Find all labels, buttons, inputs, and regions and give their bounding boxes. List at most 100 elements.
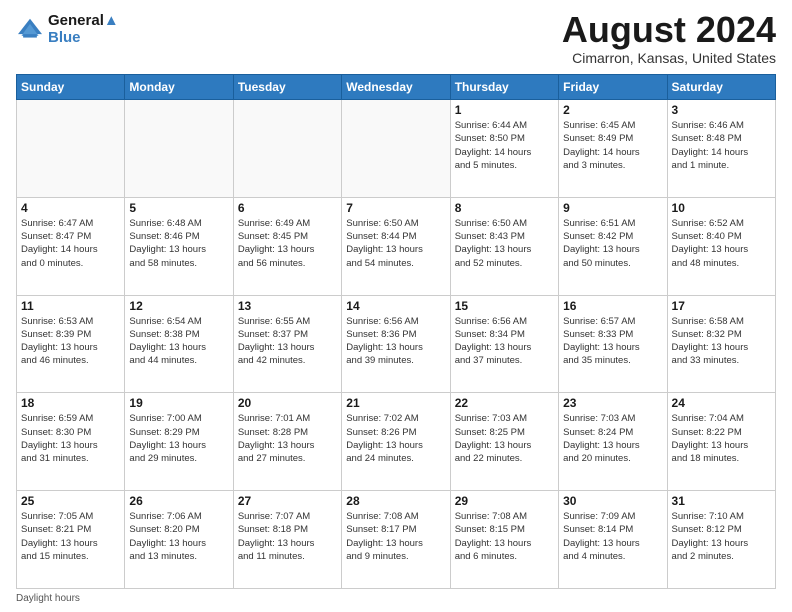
header: General▲ Blue August 2024 Cimarron, Kans… <box>16 12 776 66</box>
day-number: 6 <box>238 201 337 215</box>
day-info: Sunrise: 6:58 AM Sunset: 8:32 PM Dayligh… <box>672 315 771 368</box>
calendar-cell: 28 Sunrise: 7:08 AM Sunset: 8:17 PM Dayli… <box>342 491 450 589</box>
calendar-cell: 3 Sunrise: 6:46 AM Sunset: 8:48 PM Daylig… <box>667 100 775 198</box>
calendar-header-tuesday: Tuesday <box>233 75 341 100</box>
calendar-cell: 4Sunrise: 6:47 AM Sunset: 8:47 PM Daylig… <box>17 197 125 295</box>
day-number: 28 <box>346 494 445 508</box>
day-info: Sunrise: 6:57 AM Sunset: 8:33 PM Dayligh… <box>563 315 662 368</box>
calendar-header-row: SundayMondayTuesdayWednesdayThursdayFrid… <box>17 75 776 100</box>
day-info: Sunrise: 7:03 AM Sunset: 8:24 PM Dayligh… <box>563 412 662 465</box>
day-number: 3 <box>672 103 771 117</box>
day-number: 20 <box>238 396 337 410</box>
day-info: Sunrise: 6:50 AM Sunset: 8:43 PM Dayligh… <box>455 217 554 270</box>
calendar-cell: 16 Sunrise: 6:57 AM Sunset: 8:33 PM Dayli… <box>559 295 667 393</box>
day-number: 8 <box>455 201 554 215</box>
location: Cimarron, Kansas, United States <box>562 50 776 66</box>
day-info: Sunrise: 6:45 AM Sunset: 8:49 PM Dayligh… <box>563 119 662 172</box>
calendar-header-sunday: Sunday <box>17 75 125 100</box>
calendar-cell: 10 Sunrise: 6:52 AM Sunset: 8:40 PM Dayli… <box>667 197 775 295</box>
day-number: 29 <box>455 494 554 508</box>
day-number: 15 <box>455 299 554 313</box>
calendar-cell: 21 Sunrise: 7:02 AM Sunset: 8:26 PM Dayli… <box>342 393 450 491</box>
day-info: Sunrise: 7:04 AM Sunset: 8:22 PM Dayligh… <box>672 412 771 465</box>
calendar-cell: 2 Sunrise: 6:45 AM Sunset: 8:49 PM Daylig… <box>559 100 667 198</box>
day-info: Sunrise: 7:03 AM Sunset: 8:25 PM Dayligh… <box>455 412 554 465</box>
day-info: Sunrise: 6:48 AM Sunset: 8:46 PM Dayligh… <box>129 217 228 270</box>
day-info: Sunrise: 6:44 AM Sunset: 8:50 PM Dayligh… <box>455 119 554 172</box>
day-info: Sunrise: 7:06 AM Sunset: 8:20 PM Dayligh… <box>129 510 228 563</box>
calendar-cell: 1 Sunrise: 6:44 AM Sunset: 8:50 PM Daylig… <box>450 100 558 198</box>
day-number: 16 <box>563 299 662 313</box>
day-number: 17 <box>672 299 771 313</box>
calendar-week-1: 1 Sunrise: 6:44 AM Sunset: 8:50 PM Daylig… <box>17 100 776 198</box>
logo: General▲ Blue <box>16 12 119 46</box>
day-info: Sunrise: 6:53 AM Sunset: 8:39 PM Dayligh… <box>21 315 120 368</box>
calendar-cell: 23 Sunrise: 7:03 AM Sunset: 8:24 PM Dayli… <box>559 393 667 491</box>
calendar-cell: 5 Sunrise: 6:48 AM Sunset: 8:46 PM Daylig… <box>125 197 233 295</box>
day-number: 1 <box>455 103 554 117</box>
day-number: 21 <box>346 396 445 410</box>
calendar-cell <box>125 100 233 198</box>
day-info: Sunrise: 6:47 AM Sunset: 8:47 PM Dayligh… <box>21 217 120 270</box>
day-info: Sunrise: 7:05 AM Sunset: 8:21 PM Dayligh… <box>21 510 120 563</box>
calendar-cell: 20Sunrise: 7:01 AM Sunset: 8:28 PM Dayli… <box>233 393 341 491</box>
calendar-cell: 17 Sunrise: 6:58 AM Sunset: 8:32 PM Dayli… <box>667 295 775 393</box>
logo-icon <box>16 17 44 41</box>
day-number: 10 <box>672 201 771 215</box>
day-number: 19 <box>129 396 228 410</box>
day-info: Sunrise: 6:46 AM Sunset: 8:48 PM Dayligh… <box>672 119 771 172</box>
logo-text: General▲ Blue <box>48 12 119 46</box>
day-number: 11 <box>21 299 120 313</box>
calendar-cell: 7 Sunrise: 6:50 AM Sunset: 8:44 PM Daylig… <box>342 197 450 295</box>
day-info: Sunrise: 7:02 AM Sunset: 8:26 PM Dayligh… <box>346 412 445 465</box>
day-number: 25 <box>21 494 120 508</box>
day-info: Sunrise: 7:07 AM Sunset: 8:18 PM Dayligh… <box>238 510 337 563</box>
calendar-cell: 31Sunrise: 7:10 AM Sunset: 8:12 PM Dayli… <box>667 491 775 589</box>
calendar-cell: 30Sunrise: 7:09 AM Sunset: 8:14 PM Dayli… <box>559 491 667 589</box>
day-number: 5 <box>129 201 228 215</box>
calendar-header-monday: Monday <box>125 75 233 100</box>
calendar-cell: 29 Sunrise: 7:08 AM Sunset: 8:15 PM Dayli… <box>450 491 558 589</box>
day-number: 2 <box>563 103 662 117</box>
day-number: 24 <box>672 396 771 410</box>
day-info: Sunrise: 6:49 AM Sunset: 8:45 PM Dayligh… <box>238 217 337 270</box>
day-info: Sunrise: 7:00 AM Sunset: 8:29 PM Dayligh… <box>129 412 228 465</box>
calendar-cell <box>233 100 341 198</box>
day-number: 23 <box>563 396 662 410</box>
month-title: August 2024 <box>562 12 776 48</box>
calendar-cell: 9 Sunrise: 6:51 AM Sunset: 8:42 PM Daylig… <box>559 197 667 295</box>
day-info: Sunrise: 7:08 AM Sunset: 8:15 PM Dayligh… <box>455 510 554 563</box>
calendar-cell: 13 Sunrise: 6:55 AM Sunset: 8:37 PM Dayli… <box>233 295 341 393</box>
day-number: 27 <box>238 494 337 508</box>
calendar-header-saturday: Saturday <box>667 75 775 100</box>
calendar-cell: 18Sunrise: 6:59 AM Sunset: 8:30 PM Dayli… <box>17 393 125 491</box>
calendar-week-5: 25 Sunrise: 7:05 AM Sunset: 8:21 PM Dayli… <box>17 491 776 589</box>
day-info: Sunrise: 6:50 AM Sunset: 8:44 PM Dayligh… <box>346 217 445 270</box>
day-number: 14 <box>346 299 445 313</box>
calendar-cell: 24 Sunrise: 7:04 AM Sunset: 8:22 PM Dayli… <box>667 393 775 491</box>
calendar-header-friday: Friday <box>559 75 667 100</box>
day-info: Sunrise: 7:10 AM Sunset: 8:12 PM Dayligh… <box>672 510 771 563</box>
calendar-cell <box>17 100 125 198</box>
day-number: 12 <box>129 299 228 313</box>
day-number: 7 <box>346 201 445 215</box>
calendar-cell: 22Sunrise: 7:03 AM Sunset: 8:25 PM Dayli… <box>450 393 558 491</box>
day-number: 13 <box>238 299 337 313</box>
calendar-cell: 8 Sunrise: 6:50 AM Sunset: 8:43 PM Daylig… <box>450 197 558 295</box>
day-info: Sunrise: 6:56 AM Sunset: 8:36 PM Dayligh… <box>346 315 445 368</box>
calendar-header-wednesday: Wednesday <box>342 75 450 100</box>
day-info: Sunrise: 6:56 AM Sunset: 8:34 PM Dayligh… <box>455 315 554 368</box>
calendar-week-3: 11 Sunrise: 6:53 AM Sunset: 8:39 PM Dayli… <box>17 295 776 393</box>
day-info: Sunrise: 6:51 AM Sunset: 8:42 PM Dayligh… <box>563 217 662 270</box>
day-info: Sunrise: 6:52 AM Sunset: 8:40 PM Dayligh… <box>672 217 771 270</box>
day-info: Sunrise: 6:59 AM Sunset: 8:30 PM Dayligh… <box>21 412 120 465</box>
page: General▲ Blue August 2024 Cimarron, Kans… <box>0 0 792 612</box>
day-number: 9 <box>563 201 662 215</box>
footer-note: Daylight hours <box>16 593 776 604</box>
day-info: Sunrise: 7:09 AM Sunset: 8:14 PM Dayligh… <box>563 510 662 563</box>
calendar-cell <box>342 100 450 198</box>
calendar-table: SundayMondayTuesdayWednesdayThursdayFrid… <box>16 74 776 589</box>
calendar-cell: 6 Sunrise: 6:49 AM Sunset: 8:45 PM Daylig… <box>233 197 341 295</box>
day-info: Sunrise: 6:55 AM Sunset: 8:37 PM Dayligh… <box>238 315 337 368</box>
day-info: Sunrise: 7:08 AM Sunset: 8:17 PM Dayligh… <box>346 510 445 563</box>
